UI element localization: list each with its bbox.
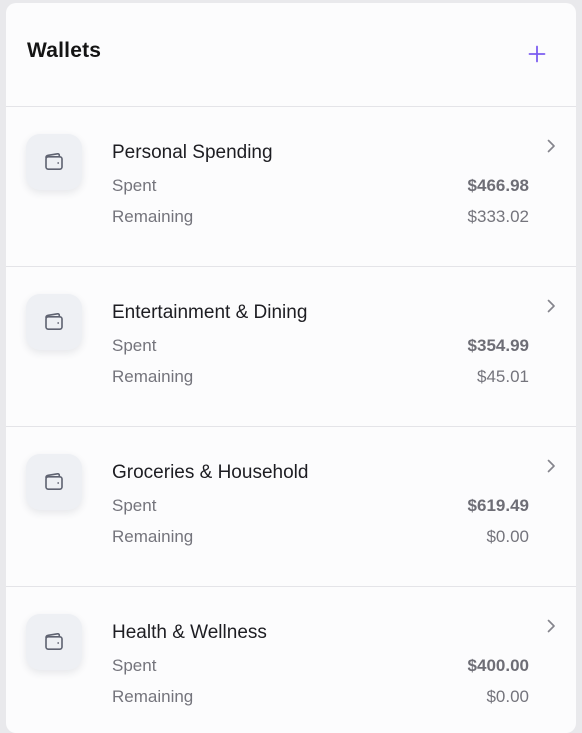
wallet-icon [45, 632, 63, 650]
wallet-icon-container [26, 134, 82, 190]
wallet-icon [45, 312, 63, 330]
wallet-item[interactable]: Entertainment & Dining Spent $354.99 Rem… [6, 266, 576, 426]
spent-amount: $400.00 [467, 656, 529, 675]
remaining-amount: $0.00 [486, 687, 529, 706]
remaining-amount: $0.00 [486, 527, 529, 546]
open-wallet-button[interactable] [542, 617, 560, 635]
remaining-label: Remaining [112, 527, 194, 546]
wallet-icon-container [26, 614, 82, 670]
open-wallet-button[interactable] [542, 137, 560, 155]
page-title: Wallets [27, 39, 102, 62]
wallet-item[interactable]: Health & Wellness Spent $400.00 Remainin… [6, 586, 576, 733]
plus-icon [528, 45, 546, 63]
wallet-item[interactable]: Personal Spending Spent $466.98 Remainin… [6, 106, 576, 266]
wallet-icon [45, 152, 63, 170]
wallet-icon-container [26, 294, 82, 350]
remaining-amount: $45.01 [477, 367, 529, 386]
spent-label: Spent [112, 656, 157, 675]
spent-label: Spent [112, 336, 157, 355]
chevron-right-icon [547, 139, 555, 153]
add-wallet-button[interactable] [522, 39, 552, 69]
wallet-name: Groceries & Household [112, 462, 309, 483]
wallet-name: Personal Spending [112, 142, 273, 163]
wallet-item[interactable]: Groceries & Household Spent $619.49 Rema… [6, 426, 576, 586]
spent-amount: $354.99 [467, 336, 529, 355]
wallet-icon [45, 472, 63, 490]
remaining-label: Remaining [112, 207, 194, 226]
open-wallet-button[interactable] [542, 457, 560, 475]
remaining-label: Remaining [112, 687, 194, 706]
chevron-right-icon [547, 299, 555, 313]
spent-label: Spent [112, 176, 157, 195]
wallets-header: Wallets [6, 3, 576, 106]
spent-amount: $619.49 [467, 496, 529, 515]
wallet-icon-container [26, 454, 82, 510]
spent-label: Spent [112, 496, 157, 515]
remaining-label: Remaining [112, 367, 194, 386]
chevron-right-icon [547, 459, 555, 473]
wallets-card: Wallets Personal Spending Spent $466.98 … [6, 3, 576, 733]
chevron-right-icon [547, 619, 555, 633]
wallet-name: Entertainment & Dining [112, 302, 308, 323]
remaining-amount: $333.02 [467, 207, 529, 226]
spent-amount: $466.98 [467, 176, 529, 195]
open-wallet-button[interactable] [542, 297, 560, 315]
wallet-name: Health & Wellness [112, 622, 267, 643]
